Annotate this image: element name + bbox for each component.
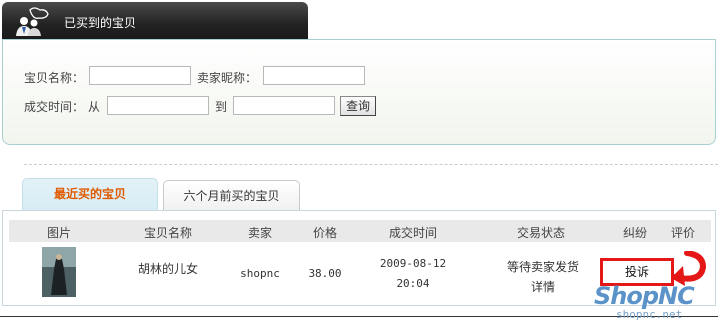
order-status: 等待卖家发货	[506, 260, 580, 274]
from-date-input[interactable]	[107, 96, 209, 115]
search-panel: 宝贝名称： 卖家昵称： 成交时间： 从 到	[2, 39, 716, 145]
to-date-input[interactable]	[233, 96, 335, 115]
col-status: 交易状态	[516, 226, 566, 240]
col-dispute: 纠纷	[622, 226, 648, 240]
price-value: 38.00	[308, 267, 342, 280]
col-image: 图片	[46, 226, 72, 240]
header-tab: 已买到的宝贝	[2, 2, 308, 40]
deal-date: 2009-08-12	[379, 257, 447, 270]
seller-input[interactable]	[263, 66, 365, 85]
item-name-label: 宝贝名称：	[24, 71, 85, 85]
tab-recent-items[interactable]: 最近买的宝贝	[22, 178, 158, 212]
item-name-input[interactable]	[89, 66, 191, 85]
col-deal-time: 成交时间	[388, 226, 438, 240]
deal-time: 20:04	[396, 277, 430, 290]
divider	[24, 164, 718, 165]
col-rating: 评价	[670, 226, 696, 240]
users-icon	[16, 7, 49, 36]
tab-six-months-ago[interactable]: 六个月前买的宝贝	[163, 180, 300, 212]
col-seller: 卖家	[247, 226, 273, 240]
query-button[interactable]: 查询	[340, 96, 376, 116]
shopnc-logo: ShopNC	[594, 282, 695, 310]
col-price: 价格	[312, 226, 338, 240]
bottom-border	[0, 316, 718, 317]
seller-link[interactable]: shopnc	[240, 267, 280, 280]
item-thumbnail[interactable]	[42, 247, 76, 297]
to-label: 到	[215, 100, 228, 114]
table-header	[9, 220, 711, 242]
page-title: 已买到的宝贝	[64, 16, 137, 30]
detail-link[interactable]: 详情	[531, 278, 555, 295]
item-name-link[interactable]: 胡林的儿女	[138, 260, 198, 277]
shopnc-site-text: shopnc.net	[616, 308, 683, 321]
seller-label: 卖家昵称：	[197, 71, 258, 85]
from-label: 从	[88, 100, 101, 114]
time-label: 成交时间：	[24, 100, 85, 114]
col-item-name: 宝贝名称	[143, 226, 193, 240]
